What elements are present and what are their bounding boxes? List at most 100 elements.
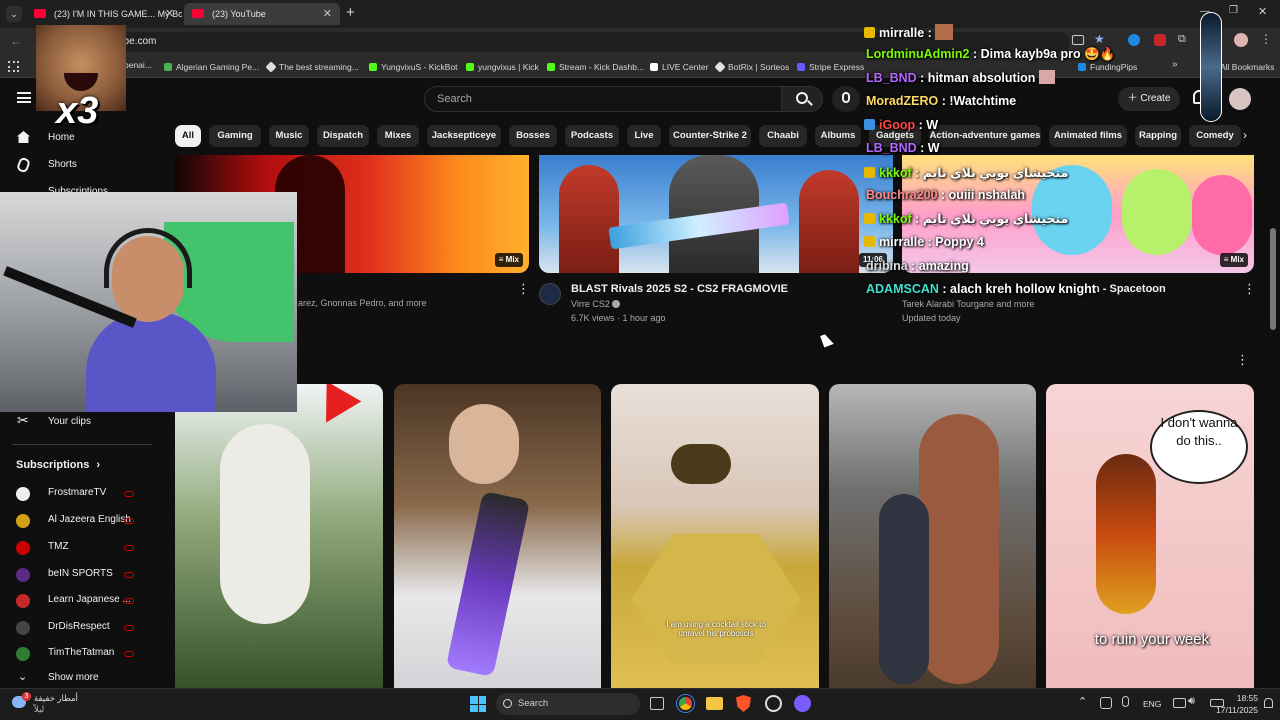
chip-all[interactable]: All xyxy=(175,125,201,147)
short-thumbnail[interactable] xyxy=(394,384,601,688)
profile-avatar[interactable] xyxy=(1234,33,1248,47)
chip-counter-strike[interactable]: Counter-Strike 2 xyxy=(669,125,751,147)
chat-text: : amazing xyxy=(907,259,969,273)
character-figure xyxy=(799,170,859,273)
show-more-button[interactable]: ⌄ Show more xyxy=(0,671,160,687)
shorts-more-options-icon[interactable]: ⋮ xyxy=(1236,352,1249,368)
apps-grid-icon[interactable] xyxy=(8,61,19,72)
short-thumbnail[interactable] xyxy=(829,384,1036,688)
sidebar-item-channel[interactable]: TMZ xyxy=(0,538,160,558)
sidebar-item-channel[interactable]: DrDisRespect xyxy=(0,618,160,638)
tray-overflow-icon[interactable]: ⌃ xyxy=(1078,695,1087,708)
emote-icon xyxy=(935,24,954,40)
voice-search-button[interactable] xyxy=(832,86,860,112)
channel-name[interactable]: Virre CS2 xyxy=(571,299,621,309)
sidebar-item-your-clips[interactable]: ✂ Your clips xyxy=(0,410,160,434)
chip-mixes[interactable]: Mixes xyxy=(377,125,419,147)
bookmark-label: Algerian Gaming Pe... xyxy=(176,62,260,72)
clock-date[interactable]: 17/11/2025 xyxy=(1206,705,1258,715)
chip-bosses[interactable]: Bosses xyxy=(509,125,557,147)
maximize-window-icon[interactable]: ❐ xyxy=(1229,5,1238,16)
tray-app-icon[interactable] xyxy=(1100,697,1112,709)
mouse-cursor xyxy=(820,332,834,348)
chip-jacksepticeye[interactable]: Jacksepticeye xyxy=(427,125,501,147)
app-icon[interactable] xyxy=(794,695,811,712)
search-button[interactable] xyxy=(781,86,823,112)
microphone-tray-icon[interactable] xyxy=(1122,696,1129,707)
page-scrollbar[interactable] xyxy=(1270,228,1276,330)
bookmark-partial[interactable]: benai... xyxy=(124,60,152,70)
task-view-icon[interactable] xyxy=(650,697,664,710)
sidebar-item-channel[interactable]: FrostmareTV xyxy=(0,484,160,504)
bookmark-botrix[interactable]: BotRix | Sorteos xyxy=(714,60,789,74)
sidebar-item-shorts[interactable]: Shorts xyxy=(0,153,160,177)
new-tab-button[interactable]: + xyxy=(346,4,355,21)
taskbar-search[interactable]: Search xyxy=(496,693,640,715)
close-icon[interactable]: ✕ xyxy=(323,3,332,25)
volume-icon[interactable]: 🔊︎ xyxy=(1188,695,1195,708)
chip-podcasts[interactable]: Podcasts xyxy=(565,125,619,147)
short-thumbnail[interactable]: I am using a cocktail stick to unravel h… xyxy=(611,384,819,688)
chat-username: kkkof xyxy=(879,212,912,226)
video-meta: arez, Gnonnas Pedro, and more xyxy=(298,298,427,308)
chat-username: MoradZERO xyxy=(866,94,939,108)
language-indicator[interactable]: ENG xyxy=(1143,699,1161,709)
hamburger-menu-icon[interactable] xyxy=(17,92,31,103)
bookmark-live-center[interactable]: LIVE Center xyxy=(650,60,708,74)
video-title[interactable]: BLAST Rivals 2025 S2 - CS2 FRAGMOVIE xyxy=(571,283,788,295)
file-explorer-icon[interactable] xyxy=(706,697,723,710)
chrome-icon[interactable] xyxy=(677,695,694,712)
close-icon[interactable]: ✕ xyxy=(165,3,174,25)
sidebar-item-channel[interactable]: Al Jazeera English xyxy=(0,511,160,531)
more-options-icon[interactable]: ⋮ xyxy=(517,281,530,297)
subscriptions-header[interactable]: Subscriptions › xyxy=(16,459,100,471)
windows-start-icon[interactable] xyxy=(470,696,486,712)
chip-music[interactable]: Music xyxy=(269,125,309,147)
more-options-icon[interactable]: ⋮ xyxy=(1243,281,1256,297)
weather-widget[interactable]: 3 أمطار خفيفة ليلاً xyxy=(10,692,100,716)
bookmark-algerian-gaming[interactable]: Algerian Gaming Pe... xyxy=(164,60,259,74)
chip-chaabi[interactable]: Chaabi xyxy=(759,125,807,147)
channel-avatar[interactable] xyxy=(539,283,561,305)
chat-message: kkkof : متحيشاي يوبي بلاي تايم xyxy=(864,165,1068,180)
browser-menu-icon[interactable]: ⋮ xyxy=(1260,32,1272,46)
app-icon[interactable] xyxy=(765,695,782,712)
clock-time[interactable]: 18:55 xyxy=(1230,693,1258,703)
moderator-badge-icon xyxy=(864,27,875,38)
sidebar-item-channel[interactable]: Learn Japanese ... xyxy=(0,591,160,611)
tab-youtube[interactable]: (23) YouTube ✕ xyxy=(184,3,340,25)
badge-label: Mix xyxy=(1230,255,1244,264)
chip-comedy[interactable]: Comedy xyxy=(1189,125,1241,147)
scissors-icon: ✂ xyxy=(17,412,29,428)
search-input[interactable]: Search xyxy=(424,86,782,112)
chat-username: ADAMSCAN xyxy=(866,282,939,296)
video-thumbnail[interactable]: 11:06 xyxy=(539,155,893,273)
chip-gaming[interactable]: Gaming xyxy=(209,125,261,147)
chat-username: LB_BND xyxy=(866,71,917,85)
short-thumbnail[interactable]: I don't wanna do this.. to ruin your wee… xyxy=(1046,384,1254,688)
tab-menu-icon[interactable]: ⌄ xyxy=(6,6,22,22)
chip-live[interactable]: Live xyxy=(627,125,661,147)
bookmark-kick-dashboard[interactable]: Stream - Kick Dashb... xyxy=(547,60,644,74)
chip-albums[interactable]: Albums xyxy=(815,125,861,147)
short-thumbnail[interactable] xyxy=(175,384,383,688)
chat-text: : hitman absolution xyxy=(916,71,1036,85)
sidebar-item-channel[interactable]: beIN SPORTS xyxy=(0,565,160,585)
bookmark-kick-profile[interactable]: yungvixus | Kick xyxy=(466,60,539,74)
chevron-right-icon[interactable]: › xyxy=(1243,128,1247,142)
back-icon[interactable]: ← xyxy=(10,34,22,48)
close-window-icon[interactable]: ✕ xyxy=(1258,5,1267,18)
sidebar-item-channel[interactable]: TimTheTatman xyxy=(0,644,160,664)
chip-dispatch[interactable]: Dispatch xyxy=(317,125,369,147)
network-icon[interactable] xyxy=(1173,698,1186,708)
tab-game-video[interactable]: (23) I'M IN THIS GAME... My Bo ✕ xyxy=(26,3,182,25)
bookmark-stripe[interactable]: Stripe Express xyxy=(797,60,864,74)
bookmark-streaming[interactable]: The best streaming... xyxy=(265,60,359,74)
microphone-icon xyxy=(842,92,850,103)
bee-figure xyxy=(671,444,731,484)
account-avatar[interactable] xyxy=(1229,88,1251,110)
bookmark-kickbot[interactable]: YungvixuS - KickBot xyxy=(369,60,458,74)
kick-icon xyxy=(547,63,555,71)
notification-bell-icon[interactable] xyxy=(1264,698,1273,708)
chat-username: Bouchra200 xyxy=(866,188,938,202)
